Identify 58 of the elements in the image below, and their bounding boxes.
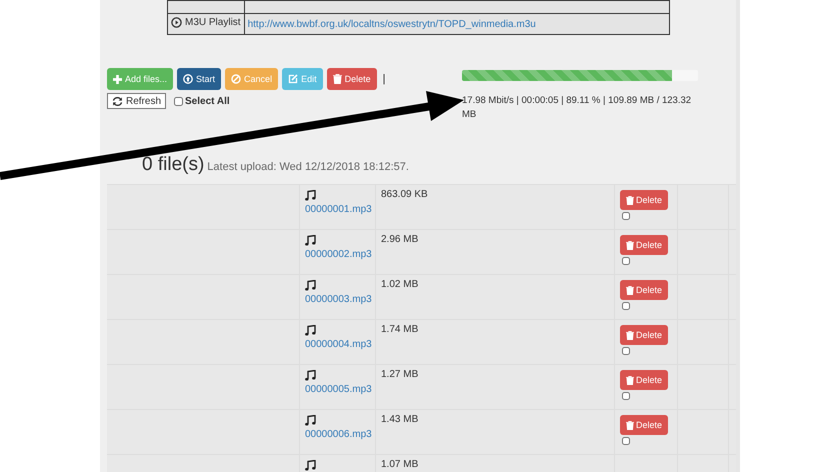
file-checkbox[interactable] — [622, 257, 630, 265]
delete-button[interactable]: Delete — [620, 415, 668, 435]
file-checkbox[interactable] — [622, 212, 630, 220]
file-link[interactable]: 00000002.mp3 — [305, 249, 372, 260]
file-checkbox[interactable] — [622, 302, 630, 310]
trash-icon — [626, 376, 634, 384]
file-size: 863.09 KB — [381, 189, 428, 200]
file-size: 1.07 MB — [381, 459, 418, 470]
file-checkbox[interactable] — [622, 392, 630, 400]
latest-upload: Latest upload: Wed 12/12/2018 18:12:57. — [207, 161, 409, 173]
file-size: 1.43 MB — [381, 414, 418, 425]
upload-circle-icon — [183, 74, 194, 84]
file-size: 1.27 MB — [381, 369, 418, 380]
file-checkbox[interactable] — [622, 437, 630, 445]
select-all-label: Select All — [185, 96, 230, 106]
file-link[interactable]: 00000001.mp3 — [305, 204, 372, 215]
delete-button[interactable]: Delete — [620, 235, 668, 255]
delete-button[interactable]: Delete — [620, 370, 668, 390]
file-size: 1.02 MB — [381, 279, 418, 290]
trash-icon — [626, 240, 634, 250]
trash-icon — [626, 196, 634, 204]
refresh-button[interactable]: Refresh — [107, 93, 166, 109]
ban-icon — [231, 74, 242, 84]
trash-icon — [626, 420, 634, 430]
playlist-label: M3U Playlist — [171, 17, 241, 28]
add-button[interactable]: Add files... — [107, 68, 174, 90]
music-note-icon — [305, 235, 316, 246]
progress-stats: 17.98 Mbit/s | 00:00:05 | 89.11 % | 109.89 MB / 123.32 MB — [462, 94, 692, 122]
select-all-checkbox[interactable] — [174, 96, 184, 106]
plus-icon — [113, 74, 122, 84]
music-note-icon — [305, 370, 316, 381]
music-note-icon — [305, 415, 316, 426]
delete-button[interactable]: Delete — [620, 325, 668, 345]
file-checkbox[interactable] — [622, 347, 630, 355]
file-link[interactable]: 00000004.mp3 — [305, 339, 372, 350]
delete-button[interactable]: Delete — [620, 190, 668, 210]
trash-icon — [332, 74, 342, 84]
file-count: 0 file(s) — [142, 154, 204, 176]
separator-text: | — [382, 73, 386, 85]
delete-button[interactable]: Delete — [620, 280, 668, 300]
file-link[interactable]: 00000003.mp3 — [305, 294, 372, 305]
trash-icon — [626, 330, 634, 340]
music-note-icon — [305, 460, 316, 471]
cancel-button[interactable]: Cancel — [225, 68, 278, 90]
file-size: 2.96 MB — [381, 234, 418, 245]
trash-icon — [626, 286, 634, 294]
music-note-icon — [305, 325, 316, 336]
music-note-icon — [305, 280, 316, 291]
edit-icon — [288, 74, 298, 84]
start-button[interactable]: Start — [177, 68, 222, 90]
delete-button[interactable]: Delete — [326, 68, 377, 90]
file-size: 1.74 MB — [381, 324, 418, 335]
music-note-icon — [305, 190, 316, 201]
refresh-icon — [112, 96, 123, 106]
file-link[interactable]: 00000006.mp3 — [305, 429, 372, 440]
file-link[interactable]: 00000005.mp3 — [305, 384, 372, 395]
edit-button[interactable]: Edit — [282, 68, 323, 90]
play-circle-icon — [171, 17, 182, 28]
